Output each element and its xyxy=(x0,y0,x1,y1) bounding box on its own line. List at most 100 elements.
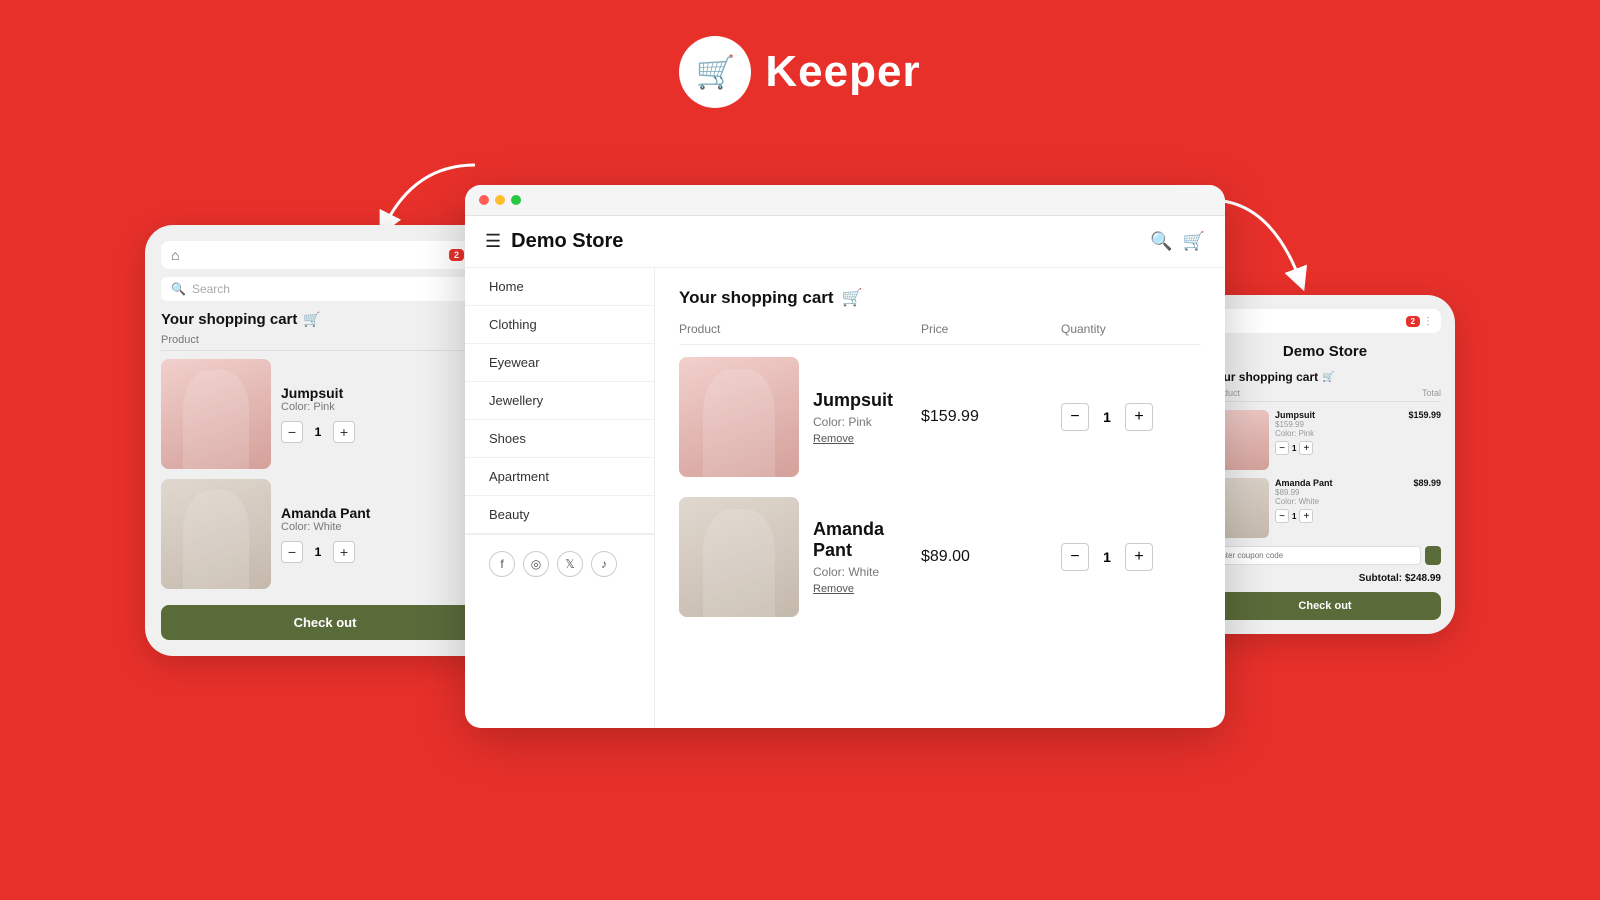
left-product-name-2: Amanda Pant xyxy=(281,505,489,521)
right-product-name-2: Amanda Pant xyxy=(1275,478,1333,488)
right-dots-icon[interactable]: ⋮ xyxy=(1423,316,1433,327)
left-qty-minus-2[interactable]: − xyxy=(281,541,303,563)
tiktok-icon[interactable]: ♪ xyxy=(591,551,617,577)
center-product-cell-1: Jumpsuit Color: Pink Remove xyxy=(679,357,921,477)
center-product-img-2 xyxy=(679,497,799,617)
hamburger-icon[interactable]: ☰ xyxy=(485,231,501,252)
left-search-bar[interactable]: 🔍 Search xyxy=(161,277,489,301)
right-mobile-screen: ⌂ 2 ⋮ Demo Store Your shopping cart 🛒 Pr… xyxy=(1195,295,1455,634)
nav-item-beauty[interactable]: Beauty xyxy=(465,496,654,534)
center-col-price: Price xyxy=(921,322,1061,336)
center-search-icon[interactable]: 🔍 xyxy=(1150,231,1172,252)
coupon-input[interactable] xyxy=(1209,546,1421,565)
left-qty-val-1: 1 xyxy=(309,425,327,439)
center-product-color-2: Color: White xyxy=(813,565,921,579)
right-product-color-2: Color: White xyxy=(1275,497,1441,506)
left-qty-plus-2[interactable]: + xyxy=(333,541,355,563)
left-cart-icon: 🛒 xyxy=(303,311,320,328)
right-cart-title: Your shopping cart 🛒 xyxy=(1209,370,1441,384)
center-qty-val-2: 1 xyxy=(1097,549,1117,565)
right-product-name-1: Jumpsuit xyxy=(1275,410,1315,420)
left-badge: 2 xyxy=(449,249,464,261)
center-product-color-1: Color: Pink xyxy=(813,415,893,429)
right-qty-val-1: 1 xyxy=(1292,444,1296,453)
left-checkout-button[interactable]: Check out xyxy=(161,605,489,640)
center-qty-1: − 1 + xyxy=(1061,403,1201,431)
left-browser-bar: ⌂ 2 ⋮ xyxy=(161,241,489,269)
right-checkout-button[interactable]: Check out xyxy=(1209,592,1441,620)
center-price-2: $89.00 xyxy=(921,548,1061,566)
win-dot-red xyxy=(479,195,489,205)
nav-item-clothing[interactable]: Clothing xyxy=(465,306,654,344)
cart-logo-icon: 🛒 xyxy=(695,53,735,91)
nav-item-eyewear[interactable]: Eyewear xyxy=(465,344,654,382)
home-icon[interactable]: ⌂ xyxy=(171,247,179,263)
left-product-img-2 xyxy=(161,479,271,589)
center-product-img-1 xyxy=(679,357,799,477)
center-qty-2: − 1 + xyxy=(1061,543,1201,571)
nav-item-home[interactable]: Home xyxy=(465,268,654,306)
center-main-content: Your shopping cart 🛒 Product Price Quant… xyxy=(655,268,1225,728)
center-product-row-1: Jumpsuit Color: Pink Remove $159.99 − 1 … xyxy=(679,357,1201,477)
app-name: Keeper xyxy=(765,47,920,97)
logo-circle: 🛒 xyxy=(679,36,751,108)
left-qty-val-2: 1 xyxy=(309,545,327,559)
right-col-total: Total xyxy=(1422,388,1441,398)
win-dot-yellow xyxy=(495,195,505,205)
right-qty-plus-2[interactable]: + xyxy=(1299,509,1313,523)
right-qty-minus-2[interactable]: − xyxy=(1275,509,1289,523)
center-product-detail-2: Amanda Pant Color: White Remove xyxy=(813,519,921,595)
coupon-apply-button[interactable] xyxy=(1425,546,1441,565)
center-store-header: ☰ Demo Store 🔍 🛒 xyxy=(465,216,1225,268)
center-qty-val-1: 1 xyxy=(1097,409,1117,425)
center-qty-minus-2[interactable]: − xyxy=(1061,543,1089,571)
center-qty-minus-1[interactable]: − xyxy=(1061,403,1089,431)
right-product-price2-1: $159.99 xyxy=(1275,420,1441,429)
right-product-info-1: Jumpsuit $159.99 $159.99 Color: Pink − 1… xyxy=(1275,410,1441,455)
nav-item-jewellery[interactable]: Jewellery xyxy=(465,382,654,420)
left-cart-title-text: Your shopping cart xyxy=(161,311,297,328)
right-product-price-1: $159.99 xyxy=(1408,410,1441,420)
nav-item-shoes[interactable]: Shoes xyxy=(465,420,654,458)
left-search-placeholder: Search xyxy=(192,282,230,296)
right-qty-val-2: 1 xyxy=(1292,512,1296,521)
left-qty-minus-1[interactable]: − xyxy=(281,421,303,443)
left-product-label: Product xyxy=(161,334,489,351)
right-store-name: Demo Store xyxy=(1209,343,1441,360)
left-qty-plus-1[interactable]: + xyxy=(333,421,355,443)
right-product-row-2: Amanda Pant $89.99 $89.99 Color: White −… xyxy=(1209,478,1441,538)
center-product-cell-2: Amanda Pant Color: White Remove xyxy=(679,497,921,617)
center-col-product: Product xyxy=(679,322,921,336)
left-product-name-1: Jumpsuit xyxy=(281,385,489,401)
center-browser-screen: ☰ Demo Store 🔍 🛒 Home Clothing Eyewear J… xyxy=(465,185,1225,728)
left-cart-title: Your shopping cart 🛒 xyxy=(161,311,489,328)
instagram-icon[interactable]: ◎ xyxy=(523,551,549,577)
right-product-row-1: Jumpsuit $159.99 $159.99 Color: Pink − 1… xyxy=(1209,410,1441,470)
facebook-icon[interactable]: f xyxy=(489,551,515,577)
win-dot-green xyxy=(511,195,521,205)
right-qty-1: − 1 + xyxy=(1275,441,1441,455)
twitter-icon[interactable]: 𝕏 xyxy=(557,551,583,577)
center-qty-plus-1[interactable]: + xyxy=(1125,403,1153,431)
center-store-icons: 🔍 🛒 xyxy=(1150,231,1205,252)
right-coupon-row xyxy=(1209,546,1441,565)
center-cart-heading-text: Your shopping cart xyxy=(679,288,834,308)
left-product-img-1 xyxy=(161,359,271,469)
center-product-remove-2[interactable]: Remove xyxy=(813,583,921,595)
left-product-color-1: Color: Pink xyxy=(281,401,489,413)
center-store-name: Demo Store xyxy=(511,230,1140,253)
center-store-layout: Home Clothing Eyewear Jewellery Shoes Ap… xyxy=(465,268,1225,728)
nav-item-apartment[interactable]: Apartment xyxy=(465,458,654,496)
left-product-info-2: Amanda Pant Color: White − 1 + xyxy=(281,505,489,563)
center-cart-icon[interactable]: 🛒 xyxy=(1183,231,1205,252)
left-qty-control-1: − 1 + xyxy=(281,421,489,443)
right-product-price-2: $89.99 xyxy=(1413,478,1441,488)
center-qty-plus-2[interactable]: + xyxy=(1125,543,1153,571)
center-col-quantity: Quantity xyxy=(1061,322,1201,336)
center-cart-heading: Your shopping cart 🛒 xyxy=(679,288,1201,308)
right-qty-plus-1[interactable]: + xyxy=(1299,441,1313,455)
center-table-header: Product Price Quantity xyxy=(679,322,1201,345)
left-product-info-1: Jumpsuit Color: Pink − 1 + xyxy=(281,385,489,443)
center-product-remove-1[interactable]: Remove xyxy=(813,433,893,445)
right-qty-minus-1[interactable]: − xyxy=(1275,441,1289,455)
